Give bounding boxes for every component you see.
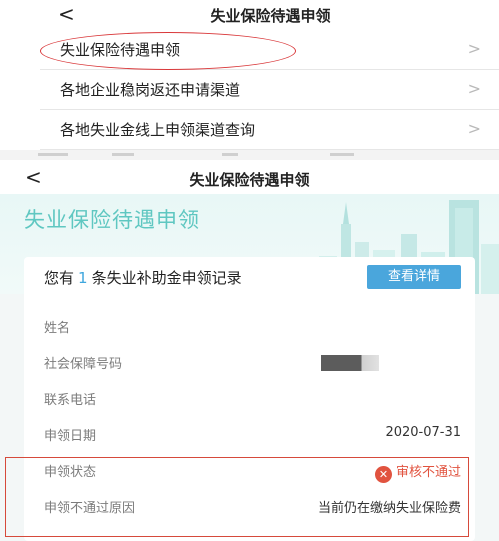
banner-title: 失业保险待遇申领 <box>24 208 200 232</box>
bottom-page-title: 失业保险待遇申领 <box>189 171 310 189</box>
redacted-value-mask <box>321 355 379 371</box>
row-rejection-reason: 申领不通过原因 当前仍在缴纳失业保险费 <box>44 497 461 519</box>
row-claim-status: 申领状态 ✕ 审核不通过 <box>44 461 461 483</box>
screenshot-cut-edge <box>0 150 499 160</box>
menu-item-online-claim-channels[interactable]: 各地失业金线上申领渠道查询 > <box>40 110 499 150</box>
claim-status-value: ✕ 审核不通过 <box>374 461 461 483</box>
row-key: 姓名 <box>44 321 71 336</box>
top-screen: < 失业保险待遇申领 失业保险待遇申领 > 各地企业稳岗返还申请渠道 > 各地失… <box>0 0 499 160</box>
row-social-security-number: 社会保障号码 <box>44 353 461 375</box>
chevron-right-icon: > <box>467 119 481 138</box>
chevron-right-icon: > <box>467 79 481 98</box>
close-circle-icon: ✕ <box>374 466 392 483</box>
menu-item-label: 各地企业稳岗返还申请渠道 <box>60 81 241 99</box>
rejection-reason-value: 当前仍在缴纳失业保险费 <box>317 501 461 516</box>
bottom-screen: < 失业保险待遇申领 失业保险待遇申领 您有 1 条失业补助金申领记录 查看详情 姓… <box>0 162 499 541</box>
menu-item-label: 失业保险待遇申领 <box>60 41 181 59</box>
claim-record-card: 您有 1 条失业补助金申领记录 查看详情 姓名 社会保障号码 联系电话 申领日期 2… <box>24 257 475 541</box>
view-details-button[interactable]: 查看详情 <box>367 265 461 289</box>
row-key: 申领日期 <box>44 429 97 444</box>
claim-date-value: 2020-07-31 <box>385 425 461 440</box>
row-phone: 联系电话 <box>44 389 461 411</box>
heading-suffix: 条失业补助金申领记录 <box>91 269 242 287</box>
chevron-right-icon: > <box>467 39 481 58</box>
bottom-header: < 失业保险待遇申领 <box>0 162 499 194</box>
record-count-heading: 您有 1 条失业补助金申领记录 <box>44 267 242 288</box>
top-page-title: 失业保险待遇申领 <box>210 7 331 25</box>
record-count: 1 <box>78 269 88 287</box>
row-key: 申领状态 <box>44 465 97 480</box>
row-name: 姓名 <box>44 317 461 339</box>
status-text: 审核不通过 <box>395 465 461 480</box>
menu-item-job-stability-refund[interactable]: 各地企业稳岗返还申请渠道 > <box>40 70 499 110</box>
heading-prefix: 您有 <box>44 269 75 287</box>
menu-item-label: 各地失业金线上申领渠道查询 <box>60 121 256 139</box>
menu-item-unemployment-claim[interactable]: 失业保险待遇申领 > <box>40 30 499 70</box>
row-key: 社会保障号码 <box>44 357 123 372</box>
row-claim-date: 申领日期 2020-07-31 <box>44 425 461 447</box>
service-menu: 失业保险待遇申领 > 各地企业稳岗返还申请渠道 > 各地失业金线上申领渠道查询 … <box>0 30 499 150</box>
row-key: 联系电话 <box>44 393 97 408</box>
row-key: 申领不通过原因 <box>44 501 136 516</box>
top-header: < 失业保险待遇申领 <box>0 0 499 32</box>
